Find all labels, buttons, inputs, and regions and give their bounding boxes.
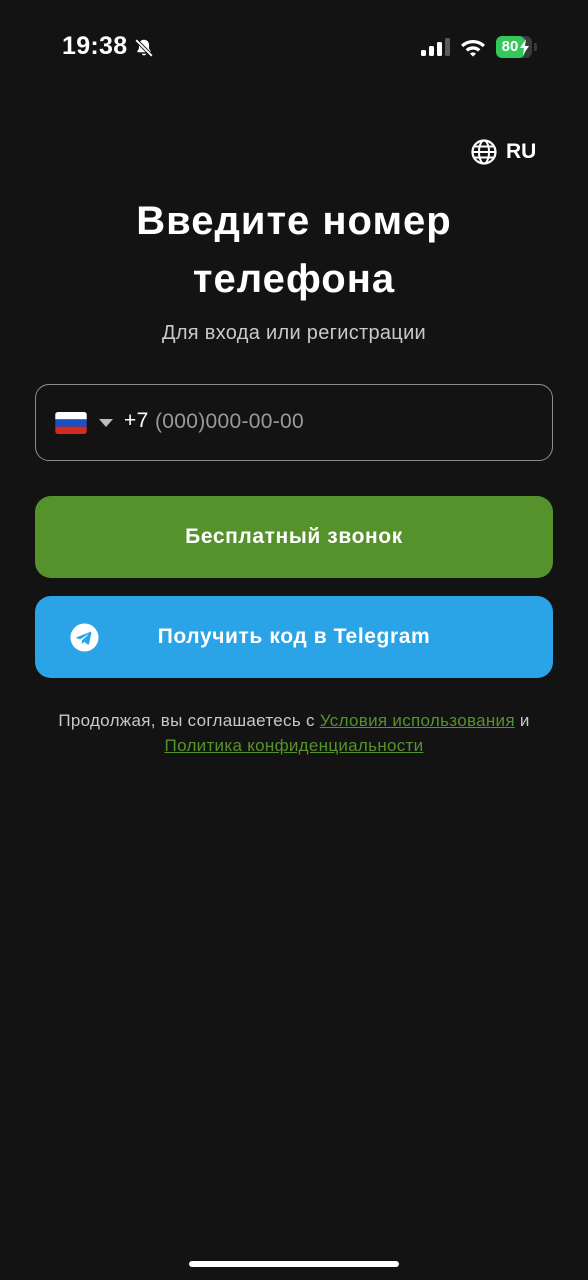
terms-link[interactable]: Условия использования	[320, 711, 515, 730]
phone-input[interactable]	[155, 403, 515, 441]
page-subtitle: Для входа или регистрации	[161, 322, 427, 344]
page-title-line-2: телефона	[192, 257, 396, 301]
free-call-button[interactable]: Бесплатный звонок	[35, 496, 553, 578]
battery-cap	[534, 43, 537, 51]
bolt-icon	[520, 39, 529, 55]
page-title-line-1: Введите номер	[136, 199, 452, 243]
chevron-down-icon[interactable]	[99, 418, 113, 428]
globe-icon	[471, 139, 497, 165]
legal-conjunction: и	[519, 711, 530, 730]
telegram-code-button[interactable]: Получить код в Telegram	[35, 596, 553, 678]
legal-text: Продолжая, вы соглашаетесь с	[58, 711, 315, 730]
page-title: Введите номер телефона	[0, 192, 588, 308]
status-time: 19:38	[62, 32, 128, 60]
phone-prefix: +7	[124, 409, 149, 432]
privacy-link[interactable]: Политика конфиденциальности	[165, 736, 424, 755]
telegram-code-button-label: Получить код в Telegram	[157, 625, 431, 648]
free-call-button-label: Бесплатный звонок	[185, 525, 403, 548]
status-bar: 19:38 80	[0, 0, 588, 96]
legal-notice: Продолжая, вы соглашаетесь с Условия исп…	[20, 708, 568, 758]
cellular-signal-icon	[421, 38, 450, 56]
wifi-icon	[461, 40, 485, 57]
telegram-icon	[70, 623, 99, 652]
home-indicator[interactable]	[189, 1261, 399, 1267]
language-switch[interactable]: RU	[470, 136, 536, 168]
phone-field[interactable]: +7	[35, 384, 553, 461]
battery-body: 80	[496, 36, 532, 58]
language-label: RU	[506, 140, 537, 163]
battery-indicator: 80	[496, 36, 538, 58]
bell-slash-icon	[134, 38, 154, 58]
russia-flag-icon[interactable]	[55, 412, 87, 434]
